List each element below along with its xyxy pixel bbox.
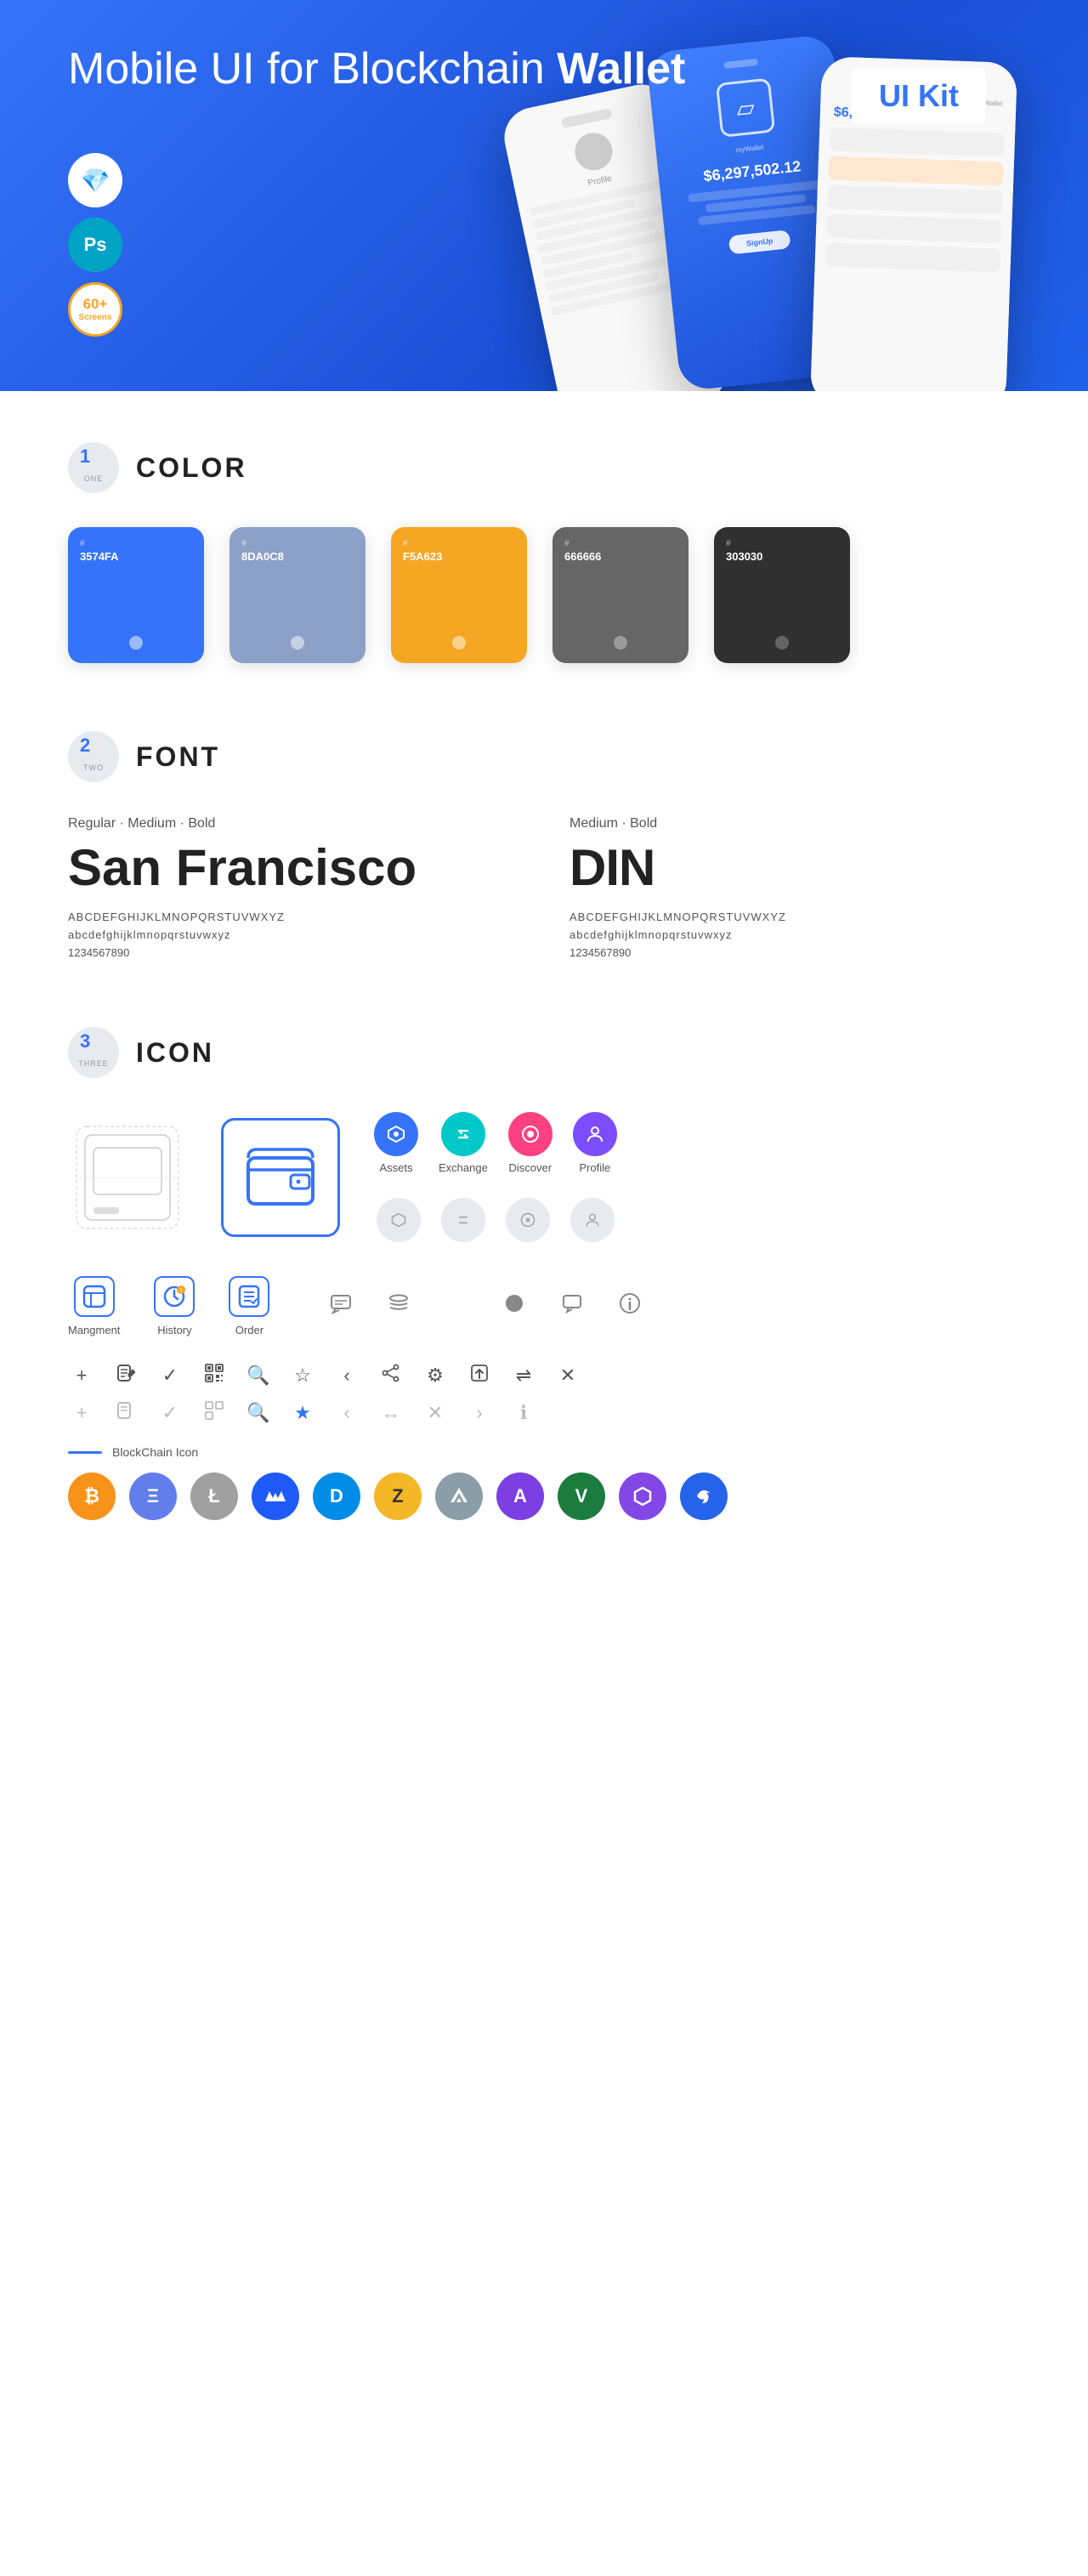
crypto-ardor: A xyxy=(496,1472,544,1520)
swatch-gray-blue: # 8DA0C8 xyxy=(230,527,366,663)
hero-title: Mobile UI for Blockchain Wallet xyxy=(68,43,685,95)
icon-wireframe-svg xyxy=(68,1118,187,1237)
blockchain-line xyxy=(68,1451,102,1454)
icon-gray-profile xyxy=(570,1198,615,1242)
color-section: 1 ONE COLOR # 3574FA # 8DA0C8 # F5A623 #… xyxy=(0,391,1088,731)
icon-star: ☆ xyxy=(289,1365,316,1387)
font-section-title: FONT xyxy=(136,741,220,773)
icon-swap: ⇌ xyxy=(510,1365,537,1387)
swatch-orange: # F5A623 xyxy=(391,527,527,663)
icon-qr xyxy=(201,1364,228,1387)
icon-qr-dim xyxy=(201,1401,228,1425)
svg-text:!: ! xyxy=(180,1288,182,1294)
nav-icon-profile: Profile xyxy=(573,1112,617,1174)
icon-back-dim: ‹ xyxy=(333,1402,360,1424)
icon-nav-group: Assets Exchange xyxy=(374,1112,617,1242)
icon-section-header: 3 THREE ICON xyxy=(68,1027,1020,1078)
icon-settings: ⚙ xyxy=(422,1365,449,1387)
icon-note xyxy=(112,1364,139,1387)
icon-export xyxy=(466,1364,493,1387)
font-section-header: 2 TWO FONT xyxy=(68,731,1020,782)
photoshop-badge: Ps xyxy=(68,218,122,272)
ui-kit-badge: UI Kit xyxy=(852,68,986,124)
icon-info xyxy=(609,1283,650,1324)
font-section: 2 TWO FONT Regular · Medium · Bold San F… xyxy=(0,731,1088,1027)
icon-search: 🔍 xyxy=(245,1365,272,1387)
color-section-title: COLOR xyxy=(136,452,247,484)
sketch-badge: 💎 xyxy=(68,153,122,207)
font-sf: Regular · Medium · Bold San Francisco AB… xyxy=(68,816,518,959)
hero-badges: 💎 Ps 60+ Screens xyxy=(68,153,122,337)
swatch-gray: # 666666 xyxy=(552,527,688,663)
icon-section-number: 3 THREE xyxy=(68,1027,119,1078)
icon-gray-discover xyxy=(506,1198,550,1242)
icon-close: ✕ xyxy=(554,1365,581,1387)
color-swatches: # 3574FA # 8DA0C8 # F5A623 # 666666 # 30… xyxy=(68,527,1020,663)
icon-plus: + xyxy=(68,1365,95,1387)
icon-gray-exchange xyxy=(441,1198,485,1242)
swatch-dark: # 303030 xyxy=(714,527,850,663)
util-icon-row-1: + ✓ xyxy=(68,1364,1020,1387)
icon-star-active: ★ xyxy=(289,1402,316,1424)
icon-misc-row xyxy=(320,1283,650,1324)
icon-share xyxy=(377,1364,405,1387)
icon-bottom-row: Mangment ! History xyxy=(68,1276,1020,1336)
blockchain-label: BlockChain Icon xyxy=(68,1445,1020,1459)
crypto-ltc: Ł xyxy=(190,1472,238,1520)
icon-plus-dim: + xyxy=(68,1402,95,1424)
icon-check: ✓ xyxy=(156,1365,184,1387)
wallet-icon-svg xyxy=(246,1148,314,1207)
font-section-number: 2 TWO xyxy=(68,731,119,782)
hero-section: Mobile UI for Blockchain Wallet 💎 Ps 60+… xyxy=(0,0,1088,391)
icon-note-dim xyxy=(112,1401,139,1425)
screens-badge: 60+ Screens xyxy=(68,282,122,337)
crypto-zcash: Z xyxy=(374,1472,422,1520)
font-grid: Regular · Medium · Bold San Francisco AB… xyxy=(68,816,1020,959)
icon-layers xyxy=(378,1283,419,1324)
font-din: Medium · Bold DIN ABCDEFGHIJKLMNOPQRSTUV… xyxy=(570,816,1020,959)
icon-main-row: Assets Exchange xyxy=(68,1112,1020,1242)
nav-icon-discover: Discover xyxy=(508,1112,552,1174)
icon-info-dim: ℹ xyxy=(510,1402,537,1424)
icon-search-dim: 🔍 xyxy=(245,1402,272,1424)
crypto-eth: Ξ xyxy=(129,1472,177,1520)
crypto-icons-row: ₿ Ξ Ł D Z A V xyxy=(68,1472,1020,1520)
color-section-header: 1 ONE COLOR xyxy=(68,442,1020,493)
icon-history: ! History xyxy=(154,1276,195,1336)
icon-gray-assets xyxy=(377,1198,421,1242)
icon-wireframe-container xyxy=(68,1118,187,1237)
util-icon-row-2: + ✓ 🔍 ★ ‹ ↔ ✕ › ℹ xyxy=(68,1401,1020,1425)
nav-icon-assets: Assets xyxy=(374,1112,418,1174)
icon-x-dim: ✕ xyxy=(422,1402,449,1424)
icon-order: Order xyxy=(229,1276,269,1336)
icon-speech-bubble xyxy=(552,1283,592,1324)
icon-forward-dim: › xyxy=(466,1402,493,1424)
icon-section-title: ICON xyxy=(136,1037,214,1069)
icon-section: 3 THREE ICON xyxy=(0,1027,1088,1571)
crypto-dash: D xyxy=(313,1472,360,1520)
icon-arrows-dim: ↔ xyxy=(377,1402,405,1424)
nav-icon-exchange: Exchange xyxy=(439,1112,488,1174)
icon-colored-wallet xyxy=(221,1118,340,1237)
icon-moon xyxy=(436,1283,477,1324)
crypto-btc: ₿ xyxy=(68,1472,116,1520)
crypto-polygon xyxy=(619,1472,666,1520)
icon-chat xyxy=(320,1283,361,1324)
crypto-extra xyxy=(680,1472,728,1520)
swatch-blue: # 3574FA xyxy=(68,527,204,663)
crypto-vertcoin: V xyxy=(558,1472,605,1520)
icon-check-dim: ✓ xyxy=(156,1402,184,1424)
color-section-number: 1 ONE xyxy=(68,442,119,493)
icon-management: Mangment xyxy=(68,1276,120,1336)
icon-back: ‹ xyxy=(333,1365,360,1387)
icon-circle-fill xyxy=(494,1283,535,1324)
crypto-waves xyxy=(252,1472,299,1520)
crypto-iota xyxy=(435,1472,483,1520)
